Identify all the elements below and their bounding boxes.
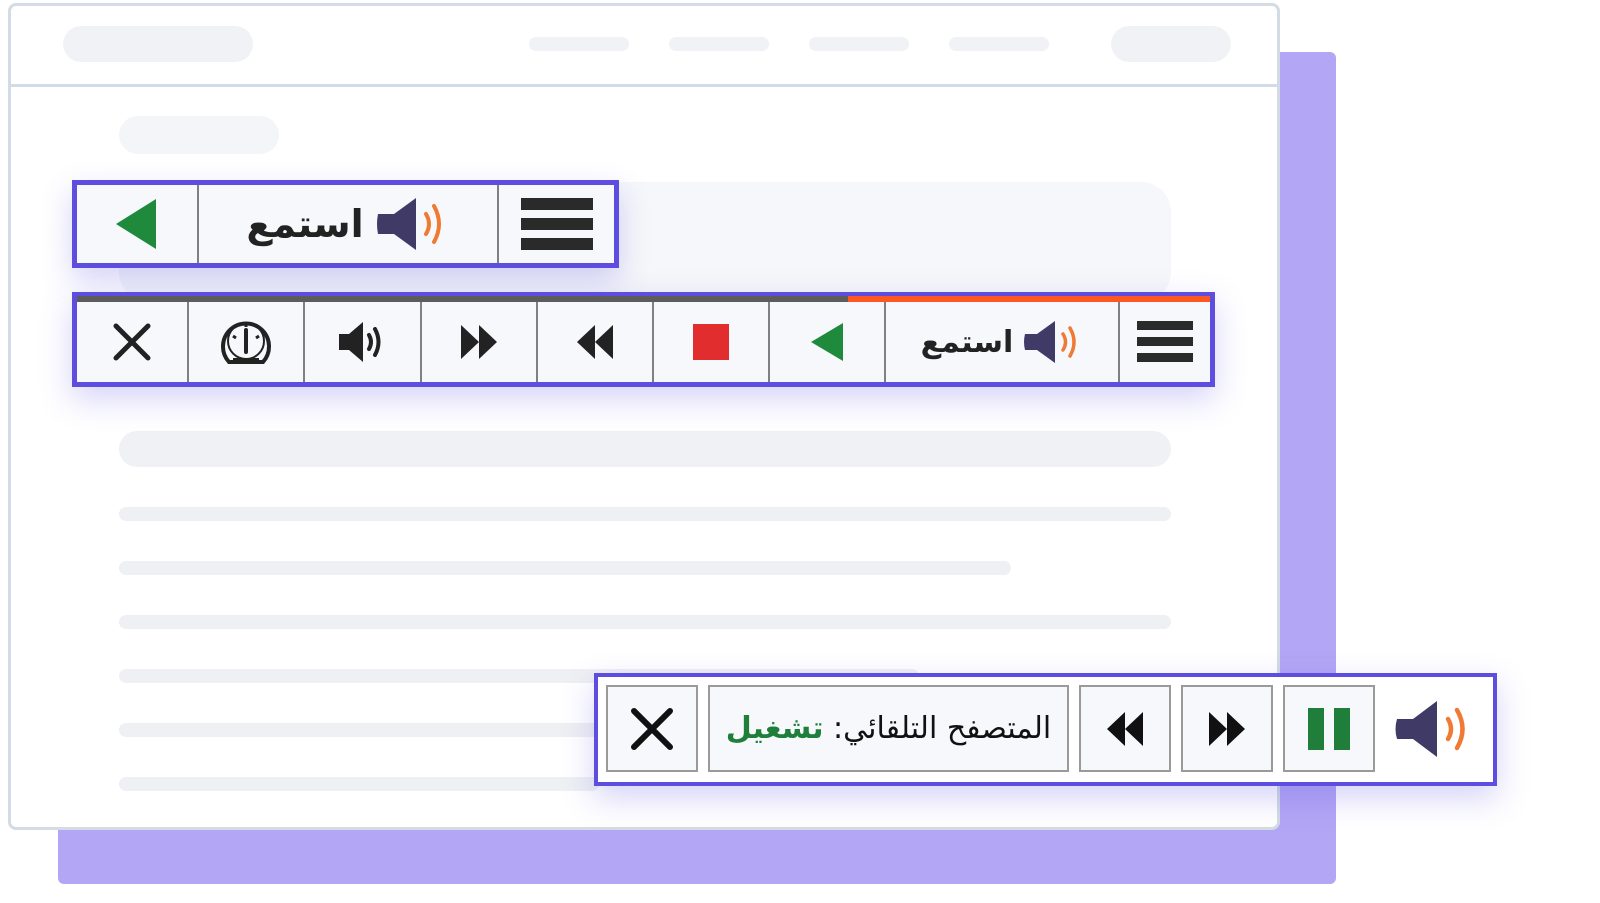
browser-header [11,6,1277,87]
player-compact: استمع [72,180,619,268]
pause-icon [1308,707,1350,750]
close-icon [113,323,151,361]
close-button[interactable] [606,685,698,772]
nav-placeholder [669,37,769,51]
hamburger-menu-icon [1137,321,1193,362]
speaker-button[interactable] [1385,685,1485,772]
hamburger-menu-icon [520,198,593,250]
rewind-icon [577,325,613,359]
auto-browse-label: المتصفح التلقائي: [833,711,1052,746]
nav-placeholder [809,37,909,51]
player-auto-browse: المتصفح التلقائي: تشغيل [594,673,1497,786]
fast-forward-button[interactable] [422,302,538,382]
logo-placeholder [63,26,253,62]
auto-browse-label-group: المتصفح التلقائي: تشغيل [726,711,1052,746]
fast-forward-icon [1209,711,1245,746]
menu-button[interactable] [1120,302,1210,382]
close-button[interactable] [77,302,189,382]
menu-button[interactable] [499,185,614,263]
volume-button[interactable] [305,302,422,382]
rewind-icon [1107,711,1143,746]
rewind-button[interactable] [1079,685,1171,772]
play-icon [116,199,156,249]
play-icon [811,323,843,361]
nav-placeholder [529,37,629,51]
auto-browse-value: تشغيل [725,711,824,746]
text-placeholder [119,723,599,737]
speaker-icon [376,198,441,250]
volume-icon [338,322,380,362]
stop-icon [693,324,729,360]
text-placeholder [119,615,1171,629]
listen-label: استمع [920,324,1014,360]
fast-forward-button[interactable] [1181,685,1273,772]
rewind-button[interactable] [538,302,654,382]
breadcrumb-placeholder [119,116,279,154]
listen-button[interactable]: استمع [199,185,499,263]
button-placeholder [1111,26,1231,62]
play-button[interactable] [77,185,199,263]
listen-button[interactable]: استمع [886,302,1120,382]
speaker-icon [1024,321,1077,363]
player-expanded: استمع [72,292,1215,387]
nav-placeholder [949,37,1049,51]
fast-forward-icon [461,325,497,359]
pause-button[interactable] [1283,685,1375,772]
text-placeholder [119,431,1171,467]
listen-label: استمع [246,202,364,246]
close-icon [631,707,673,750]
play-button[interactable] [770,302,886,382]
text-placeholder [119,777,599,791]
speedometer-icon [221,321,271,364]
speaker-icon [1395,700,1465,757]
auto-browse-status[interactable]: المتصفح التلقائي: تشغيل [708,685,1069,772]
text-placeholder [119,561,1011,575]
speed-button[interactable] [189,302,305,382]
stop-button[interactable] [654,302,770,382]
text-placeholder [119,507,1171,521]
